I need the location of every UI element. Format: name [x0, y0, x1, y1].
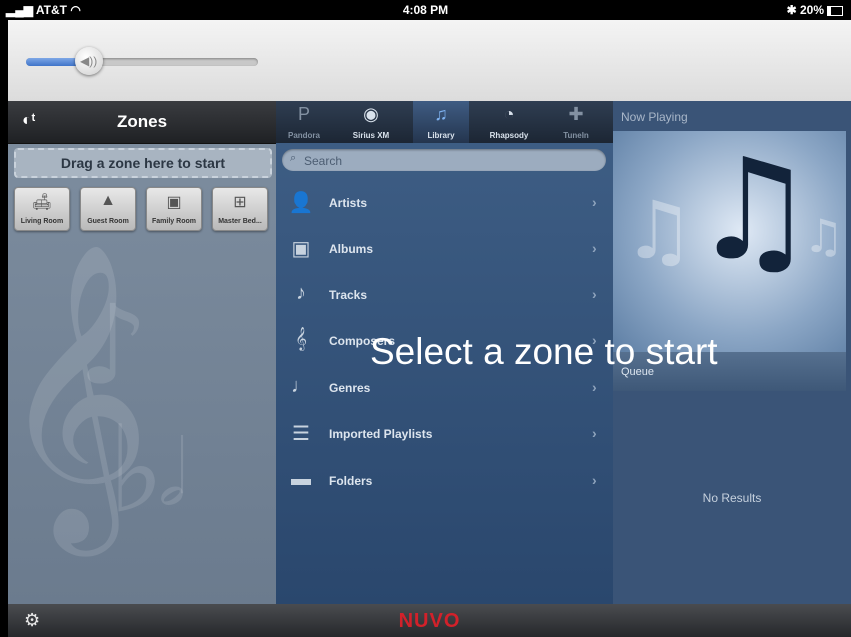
zone-dropzone[interactable]: Drag a zone here to start [14, 148, 272, 178]
tab-label: Sirius XM [352, 131, 390, 140]
playlist-icon: ☰ [292, 423, 310, 445]
tunein-icon: ✚ [568, 104, 584, 124]
clef-icon: 𝄞 [295, 328, 307, 350]
note-icon: ♪ [296, 282, 306, 304]
half-note-decoration: 𝅗𝅥 [158, 421, 187, 526]
library-item-label: Albums [329, 242, 374, 256]
bluetooth-icon: ✱ [786, 3, 797, 17]
tab-siriusxm[interactable]: ◉ Sirius XM [343, 101, 399, 143]
zones-title: Zones [116, 112, 168, 131]
album-icon: ▣ [291, 238, 311, 260]
master-bed-icon: ⊞ [233, 194, 247, 211]
music-note-icon: ♫ [803, 209, 845, 263]
library-item-label: Folders [329, 474, 373, 488]
clock: 4:08 PM [402, 3, 449, 17]
flat-decoration: ♭ [108, 401, 165, 540]
now-playing-title: Now Playing [621, 110, 688, 124]
nuvo-logo: NUVO [398, 610, 461, 632]
battery-percent: 20% [799, 3, 824, 17]
zone-family-room[interactable]: ▣ Family Room [146, 187, 202, 231]
chevron-right-icon: › [592, 379, 597, 395]
fireplace-icon: ▣ [166, 194, 182, 211]
overlay-message: Select a zone to start [370, 331, 718, 372]
music-note-icon: ♫ [623, 184, 695, 277]
chevron-right-icon: › [592, 286, 597, 302]
zone-label: Master Bed... [218, 218, 262, 225]
album-art-placeholder: ♫ ♫ ♫ [613, 131, 846, 352]
library-item-tracks[interactable]: ♪ Tracks › [276, 272, 613, 318]
volume-knob[interactable]: ◀)) [74, 47, 103, 75]
tab-label: Pandora [287, 131, 320, 140]
chevron-right-icon: › [592, 194, 597, 210]
queue-empty-text: No Results [702, 491, 762, 505]
library-item-folders[interactable]: ▬ Folders › [276, 458, 613, 504]
volume-slider[interactable] [26, 58, 258, 66]
battery-status: ✱ 20% [787, 3, 843, 17]
music-note-icon: ♫ [434, 104, 448, 124]
library-item-artists[interactable]: 👤 Artists › [276, 180, 613, 226]
zones-header: ◐ᵗ Zones [8, 101, 276, 144]
library-item-label: Imported Playlists [329, 427, 433, 441]
music-note-icon: ♫ [691, 131, 817, 292]
bed-icon: ▲ [100, 192, 116, 209]
artist-icon: 👤 [288, 192, 314, 214]
library-item-imported-playlists[interactable]: ☰ Imported Playlists › [276, 411, 613, 457]
pandora-icon: P [297, 104, 310, 124]
library-item-albums[interactable]: ▣ Albums › [276, 226, 613, 272]
tab-label: Rhapsody [489, 131, 529, 140]
zones-panel: 𝄞 ♪ ♭ 𝅗𝅥 ◐ᵗ Zones Drag a zone here to st… [8, 101, 276, 604]
search-input[interactable] [302, 152, 596, 170]
zone-label: Family Room [152, 218, 196, 225]
zone-label: Guest Room [87, 218, 129, 225]
zone-master-bedroom[interactable]: ⊞ Master Bed... [212, 187, 268, 231]
status-bar: ▂▄▆ AT&T ◠ 4:08 PM ✱ 20% [0, 0, 851, 20]
folder-icon: ▬ [291, 468, 311, 490]
siriusxm-icon: ◉ [363, 104, 379, 124]
tab-tunein[interactable]: ✚ TuneIn [548, 101, 604, 143]
library-item-label: Artists [329, 196, 368, 210]
source-tabs: P Pandora ◉ Sirius XM ♫ Library ◔ Rhapso… [276, 101, 613, 143]
tab-library[interactable]: ♫ Library [413, 101, 469, 143]
library-item-label: Genres [329, 381, 371, 395]
zone-living-room[interactable]: 🛋 Living Room [14, 187, 70, 231]
tab-label: TuneIn [563, 131, 589, 140]
search-box: ⌕ [282, 149, 606, 171]
library-item-label: Tracks [329, 288, 368, 302]
tab-label: Library [427, 131, 455, 140]
eighth-note-decoration: ♪ [78, 281, 149, 409]
speaker-icon: ◀)) [80, 54, 98, 68]
rhapsody-icon: ◔ [503, 104, 515, 124]
battery-icon [827, 5, 843, 16]
tab-pandora[interactable]: P Pandora [276, 101, 332, 143]
genres-icon: ♩ [291, 375, 311, 397]
chevron-right-icon: › [592, 240, 597, 256]
zone-guest-room[interactable]: ▲ Guest Room [80, 187, 136, 231]
volume-bar: ◀)) [8, 20, 851, 101]
search-icon: ⌕ [290, 152, 297, 164]
chevron-right-icon: › [592, 472, 597, 488]
zone-label: Living Room [20, 218, 64, 225]
chevron-right-icon: › [592, 425, 597, 441]
tab-rhapsody[interactable]: ◔ Rhapsody [481, 101, 537, 143]
bottom-bar: ⚙ NUVO [8, 604, 851, 637]
sofa-icon: 🛋 [31, 194, 53, 211]
